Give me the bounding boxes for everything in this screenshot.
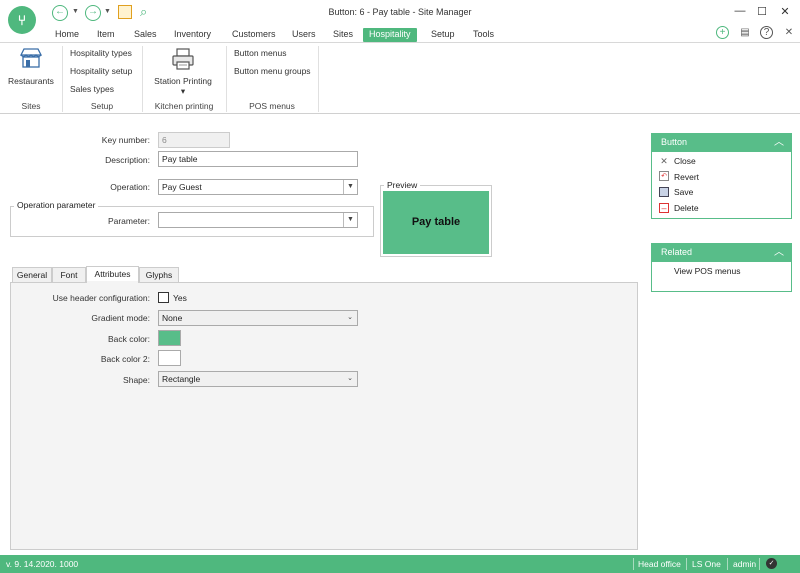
active-tab-joiner: [87, 281, 138, 283]
delete-action[interactable]: Delete: [674, 203, 699, 213]
chevron-down-icon[interactable]: ▼: [343, 180, 357, 194]
ribbon-separator: [318, 46, 319, 112]
user-text: admin: [733, 559, 757, 569]
operation-label: Operation:: [110, 182, 150, 192]
kitchen-printing-group-label: Kitchen printing: [154, 101, 214, 111]
operation-value: Pay Guest: [162, 182, 202, 192]
gradient-mode-value: None: [162, 313, 183, 323]
subtab-general[interactable]: General: [12, 267, 52, 282]
location-text: Head office: [638, 559, 681, 569]
tab-sales[interactable]: Sales: [134, 28, 157, 42]
related-panel-header[interactable]: Related ︿: [651, 243, 792, 262]
description-field[interactable]: Pay table: [158, 151, 358, 167]
hospitality-types-button[interactable]: Hospitality types: [70, 48, 132, 58]
use-header-yes-label: Yes: [173, 293, 187, 303]
add-icon[interactable]: +: [716, 26, 729, 39]
tab-setup[interactable]: Setup: [431, 28, 455, 42]
save-action[interactable]: Save: [674, 187, 693, 197]
connection-status-icon: ✓: [766, 558, 777, 569]
button-panel: [651, 152, 792, 219]
gradient-mode-label: Gradient mode:: [91, 313, 150, 323]
operation-select[interactable]: Pay Guest ▼: [158, 179, 358, 195]
tab-customers[interactable]: Customers: [232, 28, 276, 42]
subtab-glyphs[interactable]: Glyphs: [139, 267, 179, 282]
parameter-label: Parameter:: [107, 216, 150, 226]
shape-select[interactable]: Rectangle ⌄: [158, 371, 358, 387]
description-label: Description:: [105, 155, 150, 165]
minimize-button[interactable]: —: [730, 5, 750, 17]
window-title: Button: 6 - Pay table - Site Manager: [328, 7, 472, 17]
delete-icon: –: [659, 203, 669, 213]
tab-hospitality[interactable]: Hospitality: [363, 28, 417, 42]
product-text: LS One: [692, 559, 721, 569]
key-number-label: Key number:: [101, 135, 150, 145]
chevron-down-icon[interactable]: ▼: [343, 213, 357, 227]
close-button[interactable]: ✕: [775, 5, 795, 18]
restaurants-button[interactable]: Restaurants: [8, 76, 54, 86]
chevron-down-icon[interactable]: ⌄: [343, 372, 357, 386]
tab-tools[interactable]: Tools: [473, 28, 494, 42]
station-printing-button[interactable]: Station Printing ▾: [152, 76, 214, 96]
chevron-down-icon[interactable]: ⌄: [343, 311, 357, 325]
status-separator: [686, 558, 687, 570]
use-header-checkbox[interactable]: [158, 292, 169, 303]
revert-icon: ↶: [659, 171, 669, 181]
button-menu-groups-button[interactable]: Button menu groups: [234, 66, 311, 76]
shape-value: Rectangle: [162, 374, 201, 384]
dropdown-arrow-icon: ▾: [180, 86, 186, 96]
revert-action[interactable]: Revert: [674, 172, 699, 182]
sales-types-button[interactable]: Sales types: [70, 84, 114, 94]
close-tab-icon[interactable]: ✕: [782, 26, 796, 40]
chevron-up-icon[interactable]: ︿: [774, 243, 784, 262]
back-color-label: Back color:: [107, 334, 150, 344]
button-menus-button[interactable]: Button menus: [234, 48, 286, 58]
setup-group-label: Setup: [90, 101, 114, 111]
view-pos-menus-link[interactable]: View POS menus: [674, 266, 740, 276]
button-panel-title: Button: [661, 137, 688, 147]
help-icon[interactable]: ?: [760, 26, 773, 39]
close-icon: ✕: [660, 156, 668, 166]
save-icon: [659, 187, 669, 197]
sites-group-label: Sites: [21, 101, 41, 111]
operation-parameter-title: Operation parameter: [14, 200, 99, 210]
close-action[interactable]: Close: [674, 156, 696, 166]
pos-menus-group-label: POS menus: [249, 101, 295, 111]
tab-home[interactable]: Home: [55, 28, 79, 42]
subtab-font[interactable]: Font: [52, 267, 86, 282]
shape-label: Shape:: [123, 375, 150, 385]
tab-inventory[interactable]: Inventory: [174, 28, 211, 42]
preview-label: Preview: [384, 180, 421, 190]
maximize-button[interactable]: ☐: [752, 5, 772, 18]
related-panel-title: Related: [661, 247, 693, 257]
documents-icon[interactable]: ▤: [738, 26, 752, 40]
preview-button: Pay table: [383, 191, 489, 254]
printer-icon[interactable]: [172, 48, 194, 70]
status-separator: [759, 558, 760, 570]
use-header-label: Use header configuration:: [52, 293, 150, 303]
status-separator: [727, 558, 728, 570]
subtab-attributes[interactable]: Attributes: [86, 266, 139, 282]
chevron-up-icon[interactable]: ︿: [774, 133, 784, 152]
tab-users[interactable]: Users: [292, 28, 316, 42]
key-number-field: 6: [158, 132, 230, 148]
restaurants-icon[interactable]: [19, 48, 43, 68]
back-color-swatch[interactable]: [158, 330, 181, 346]
hospitality-setup-button[interactable]: Hospitality setup: [70, 66, 132, 76]
version-text: v. 9. 14.2020. 1000: [6, 559, 79, 569]
status-separator: [633, 558, 634, 570]
parameter-select[interactable]: ▼: [158, 212, 358, 228]
button-panel-header[interactable]: Button ︿: [651, 133, 792, 152]
gradient-mode-select[interactable]: None ⌄: [158, 310, 358, 326]
back-color-2-label: Back color 2:: [100, 354, 150, 364]
station-printing-label: Station Printing: [154, 76, 212, 86]
tab-sites[interactable]: Sites: [333, 28, 353, 42]
back-color-2-swatch[interactable]: [158, 350, 181, 366]
tab-item[interactable]: Item: [97, 28, 115, 42]
